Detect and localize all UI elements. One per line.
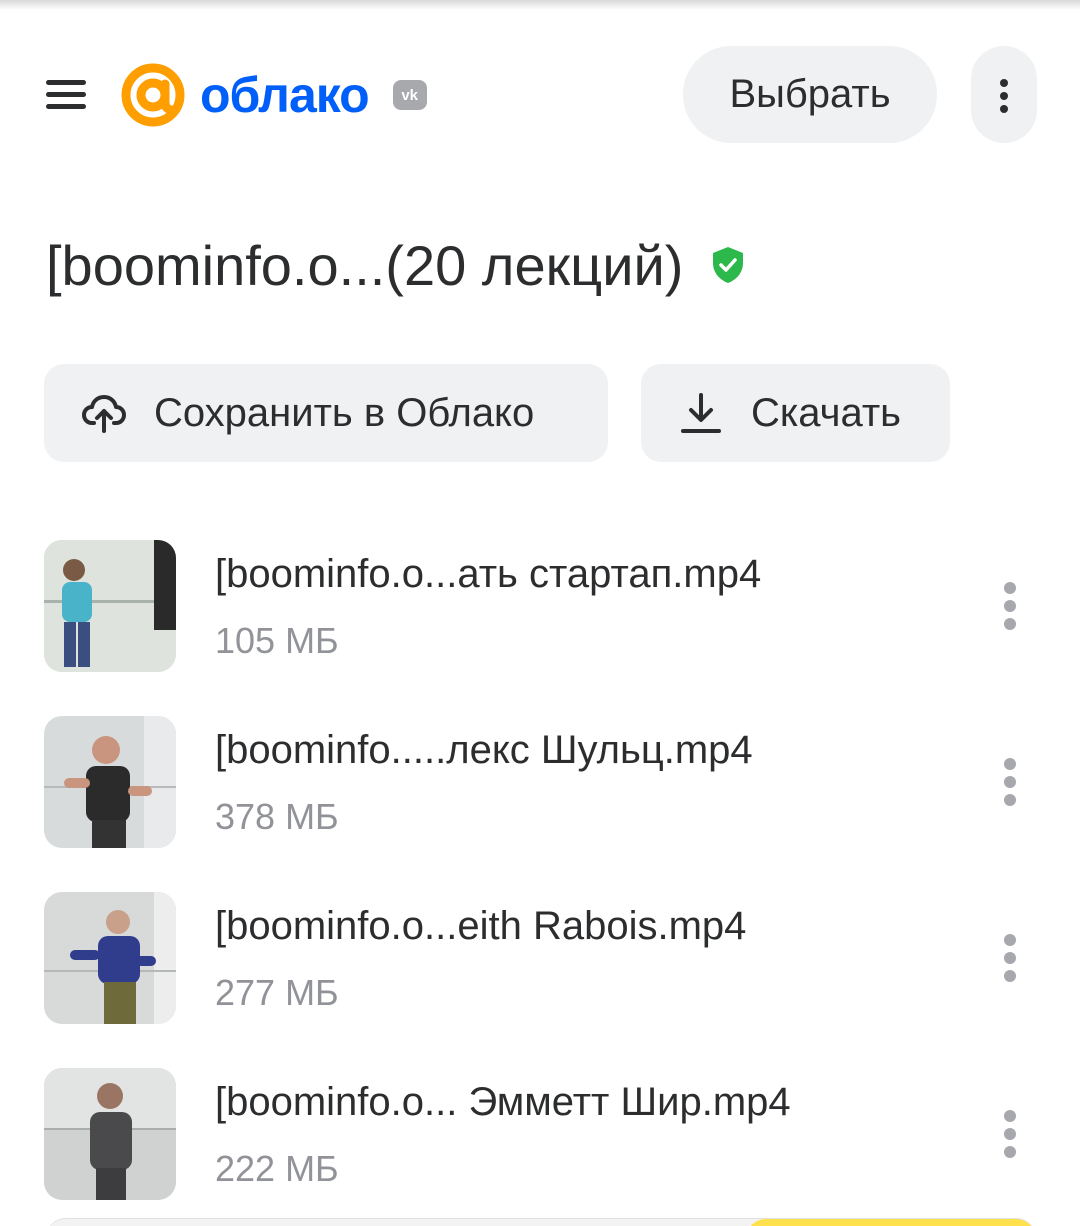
file-name: [boominfo.....лекс Шульц.mp4 <box>215 728 753 772</box>
more-vertical-icon[interactable] <box>988 1104 1032 1164</box>
cloud-upload-icon <box>82 395 126 433</box>
video-thumbnail <box>44 1068 176 1200</box>
file-row[interactable]: [boominfo.o... Эмметт Шир.mp4 222 МБ <box>0 1068 1080 1200</box>
file-name: [boominfo.o... Эмметт Шир.mp4 <box>215 1080 791 1124</box>
save-to-cloud-label: Сохранить в Облако <box>154 390 535 435</box>
vk-badge: vk <box>392 80 427 110</box>
shield-check-icon <box>713 247 744 283</box>
folder-title: [boominfo.o...(20 лекций) <box>46 230 745 300</box>
header: облако vk Выбрать <box>0 44 1080 144</box>
file-size: 378 МБ <box>215 796 339 837</box>
more-vertical-icon[interactable] <box>971 46 1037 143</box>
more-vertical-icon[interactable] <box>988 576 1032 636</box>
folder-title-text: [boominfo.o...(20 лекций) <box>46 233 684 297</box>
more-vertical-icon[interactable] <box>988 928 1032 988</box>
hamburger-icon[interactable] <box>46 80 86 110</box>
status-bar-shadow <box>0 0 1080 10</box>
file-size: 222 МБ <box>215 1148 339 1189</box>
logo[interactable]: облако vk <box>120 62 427 128</box>
file-row[interactable]: [boominfo.....лекс Шульц.mp4 378 МБ <box>0 716 1080 848</box>
save-to-cloud-button[interactable]: Сохранить в Облако <box>44 364 608 462</box>
page: облако vk Выбрать [boominfo.o...(20 лекц… <box>0 0 1080 1226</box>
download-button[interactable]: Скачать <box>641 364 950 462</box>
video-thumbnail <box>44 892 176 1024</box>
video-thumbnail <box>44 716 176 848</box>
file-size: 277 МБ <box>215 972 339 1013</box>
at-sign-icon <box>121 63 185 127</box>
logo-text: облако <box>200 67 370 123</box>
file-row[interactable]: [boominfo.o...ать стартап.mp4 105 МБ <box>0 540 1080 672</box>
select-button[interactable]: Выбрать <box>683 46 937 143</box>
download-icon <box>681 393 721 433</box>
bottom-sheet-edge <box>46 1218 1036 1226</box>
file-size: 105 МБ <box>215 620 339 661</box>
video-thumbnail <box>44 540 176 672</box>
file-name: [boominfo.o...ать стартап.mp4 <box>215 552 762 596</box>
file-name: [boominfo.o...eith Rabois.mp4 <box>215 904 747 948</box>
more-vertical-icon[interactable] <box>988 752 1032 812</box>
bottom-sheet-accent <box>746 1219 1036 1226</box>
download-label: Скачать <box>751 390 901 435</box>
file-row[interactable]: [boominfo.o...eith Rabois.mp4 277 МБ <box>0 892 1080 1024</box>
